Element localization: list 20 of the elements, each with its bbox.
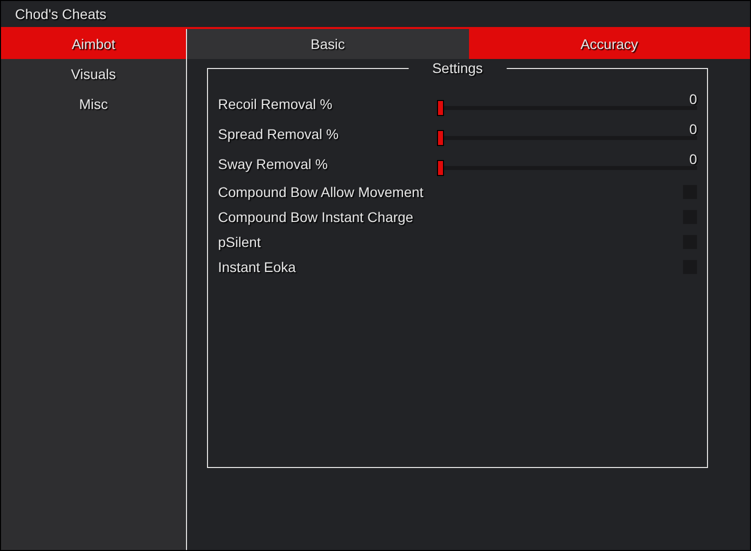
setting-label: Compound Bow Allow Movement <box>218 184 424 200</box>
setting-label: Instant Eoka <box>218 258 297 274</box>
tab[interactable]: Basic <box>187 29 468 59</box>
setting-label: Sway Removal % <box>218 156 329 172</box>
setting-label: Recoil Removal % <box>218 96 334 112</box>
setting-label: pSilent <box>218 234 262 250</box>
sidebar-item[interactable]: Visuals <box>1 59 186 89</box>
slider-value: 0 <box>689 91 697 107</box>
sidebar-item[interactable]: Misc <box>1 89 186 119</box>
sidebar-item[interactable]: Aimbot <box>1 29 186 59</box>
group-title: Settings <box>408 60 507 76</box>
slider-value: 0 <box>689 121 697 137</box>
slider-thumb[interactable] <box>437 100 444 116</box>
slider-value: 0 <box>689 151 697 167</box>
slider-thumb[interactable] <box>437 160 444 176</box>
tab[interactable]: Accuracy <box>468 29 750 59</box>
setting-label: Compound Bow Instant Charge <box>218 208 414 224</box>
slider-thumb[interactable] <box>437 130 444 146</box>
setting-label: Spread Removal % <box>218 126 340 142</box>
window-title: Chod's Cheats <box>15 6 106 22</box>
